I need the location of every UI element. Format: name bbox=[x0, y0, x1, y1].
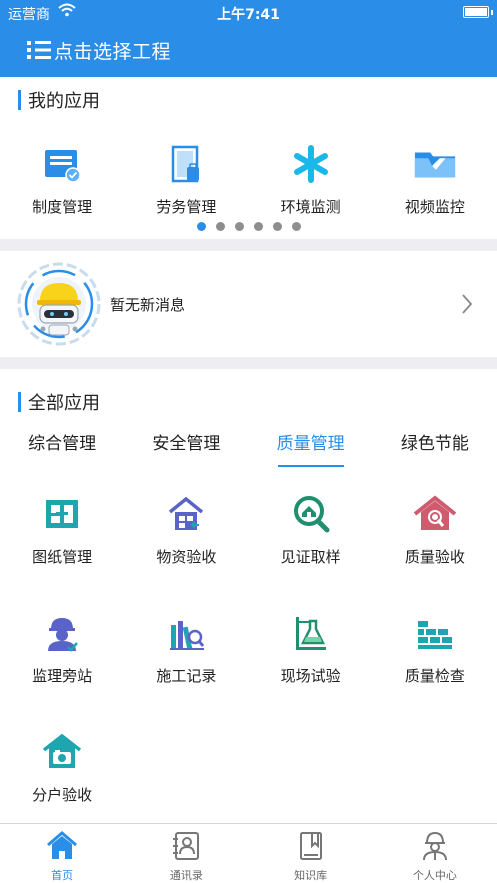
app-label: 质量验收 bbox=[404, 548, 465, 566]
message-text: 暂无新消息 bbox=[110, 296, 186, 314]
page-dot[interactable] bbox=[272, 222, 282, 231]
app-label: 物资验收 bbox=[156, 548, 217, 566]
blueprint-icon bbox=[40, 492, 84, 536]
app-label: 监理旁站 bbox=[32, 667, 93, 685]
page-dot[interactable] bbox=[196, 222, 206, 231]
app-materials[interactable]: 物资验收 bbox=[124, 492, 248, 567]
app-witness-sampling[interactable]: 见证取样 bbox=[249, 492, 373, 567]
page-dot[interactable] bbox=[215, 222, 225, 231]
all-apps-section: 全部应用 综合管理 安全管理 质量管理 绿色节能 图纸管理 物资验收 见证取样 bbox=[0, 369, 497, 823]
book-icon bbox=[299, 832, 322, 860]
app-environment[interactable]: 环境监测 bbox=[249, 142, 373, 217]
tabbar-label: 首页 bbox=[51, 869, 74, 882]
books-search-icon bbox=[164, 611, 208, 655]
app-video[interactable]: 视频监控 bbox=[373, 142, 497, 217]
app-label: 施工记录 bbox=[156, 667, 217, 685]
my-apps-row: 制度管理 劳务管理 环境监测 视频监控 bbox=[0, 142, 497, 217]
battery-tip bbox=[491, 10, 493, 15]
app-labor[interactable]: 劳务管理 bbox=[124, 142, 248, 217]
app-label: 见证取样 bbox=[280, 548, 341, 566]
my-apps-section: 我的应用 制度管理 劳务管理 环境监测 视频监控 bbox=[0, 77, 497, 239]
category-tabs: 综合管理 安全管理 质量管理 绿色节能 bbox=[0, 429, 497, 467]
video-folder-icon bbox=[413, 142, 457, 186]
message-row[interactable]: 暂无新消息 bbox=[0, 251, 497, 357]
app-label: 现场试验 bbox=[280, 667, 341, 685]
app-label: 质量检查 bbox=[404, 667, 465, 685]
tab-quality[interactable]: 质量管理 bbox=[249, 429, 373, 467]
header: 运营商 上午7:41 点击选择工程 bbox=[0, 0, 497, 77]
user-helmet-icon bbox=[422, 831, 447, 861]
home-icon bbox=[47, 831, 78, 859]
tabbar-label: 个人中心 bbox=[412, 869, 457, 882]
tabbar-contacts[interactable]: 通讯录 bbox=[124, 824, 248, 883]
tabbar-profile[interactable]: 个人中心 bbox=[373, 824, 497, 883]
app-label: 图纸管理 bbox=[32, 548, 93, 566]
flask-icon bbox=[289, 611, 333, 655]
tab-green-energy[interactable]: 绿色节能 bbox=[373, 429, 497, 467]
status-bar: 运营商 上午7:41 bbox=[0, 0, 497, 26]
my-apps-title: 我的应用 bbox=[18, 89, 100, 112]
worker-helmet-icon bbox=[40, 611, 84, 655]
app-household-acceptance[interactable]: 分户验收 bbox=[0, 730, 124, 805]
door-badge-icon bbox=[164, 142, 208, 186]
tab-safety[interactable]: 安全管理 bbox=[124, 429, 248, 467]
tabbar-label: 知识库 bbox=[294, 869, 328, 882]
app-quality-inspection[interactable]: 质量检查 bbox=[373, 611, 497, 686]
app-supervision[interactable]: 监理旁站 bbox=[0, 611, 124, 686]
page-dot[interactable] bbox=[253, 222, 263, 231]
tabbar-label: 通讯录 bbox=[169, 869, 203, 882]
app-construction-log[interactable]: 施工记录 bbox=[124, 611, 248, 686]
menu-list-icon bbox=[27, 41, 51, 59]
bottom-tabbar: 首页 通讯录 知识库 个人中心 bbox=[0, 823, 497, 883]
house-magnifier-icon bbox=[413, 492, 457, 536]
chevron-right-icon bbox=[462, 294, 473, 314]
page-dot[interactable] bbox=[234, 222, 244, 231]
battery-icon bbox=[463, 6, 489, 18]
app-label: 劳务管理 bbox=[156, 198, 217, 216]
quality-apps-row-2: 监理旁站 施工记录 现场试验 质量检查 bbox=[0, 611, 497, 686]
page-dot[interactable] bbox=[291, 222, 301, 231]
quality-apps-row-1: 图纸管理 物资验收 见证取样 质量验收 bbox=[0, 492, 497, 567]
app-label: 制度管理 bbox=[32, 198, 93, 216]
app-drawings[interactable]: 图纸管理 bbox=[0, 492, 124, 567]
asterisk-icon bbox=[289, 142, 333, 186]
warehouse-icon bbox=[164, 492, 208, 536]
bricks-icon bbox=[413, 611, 457, 655]
app-rules[interactable]: 制度管理 bbox=[0, 142, 124, 217]
quality-apps-row-3: 分户验收 bbox=[0, 730, 497, 805]
search-house-icon bbox=[289, 492, 333, 536]
robot-avatar-icon bbox=[17, 262, 101, 346]
document-list-icon bbox=[40, 142, 84, 186]
all-apps-title: 全部应用 bbox=[18, 391, 100, 414]
app-label: 分户验收 bbox=[32, 786, 93, 804]
app-field-test[interactable]: 现场试验 bbox=[249, 611, 373, 686]
app-label: 视频监控 bbox=[404, 198, 465, 216]
app-quality-acceptance[interactable]: 质量验收 bbox=[373, 492, 497, 567]
tabbar-home[interactable]: 首页 bbox=[0, 824, 124, 883]
project-selector[interactable]: 点击选择工程 bbox=[26, 37, 171, 63]
tab-general[interactable]: 综合管理 bbox=[0, 429, 124, 467]
nav-title: 点击选择工程 bbox=[54, 40, 172, 63]
house-camera-icon bbox=[40, 730, 84, 774]
contacts-icon bbox=[173, 832, 200, 860]
status-time: 上午7:41 bbox=[217, 7, 280, 23]
app-label: 环境监测 bbox=[280, 198, 341, 216]
tabbar-knowledge[interactable]: 知识库 bbox=[249, 824, 373, 883]
page-indicator[interactable] bbox=[0, 222, 497, 231]
